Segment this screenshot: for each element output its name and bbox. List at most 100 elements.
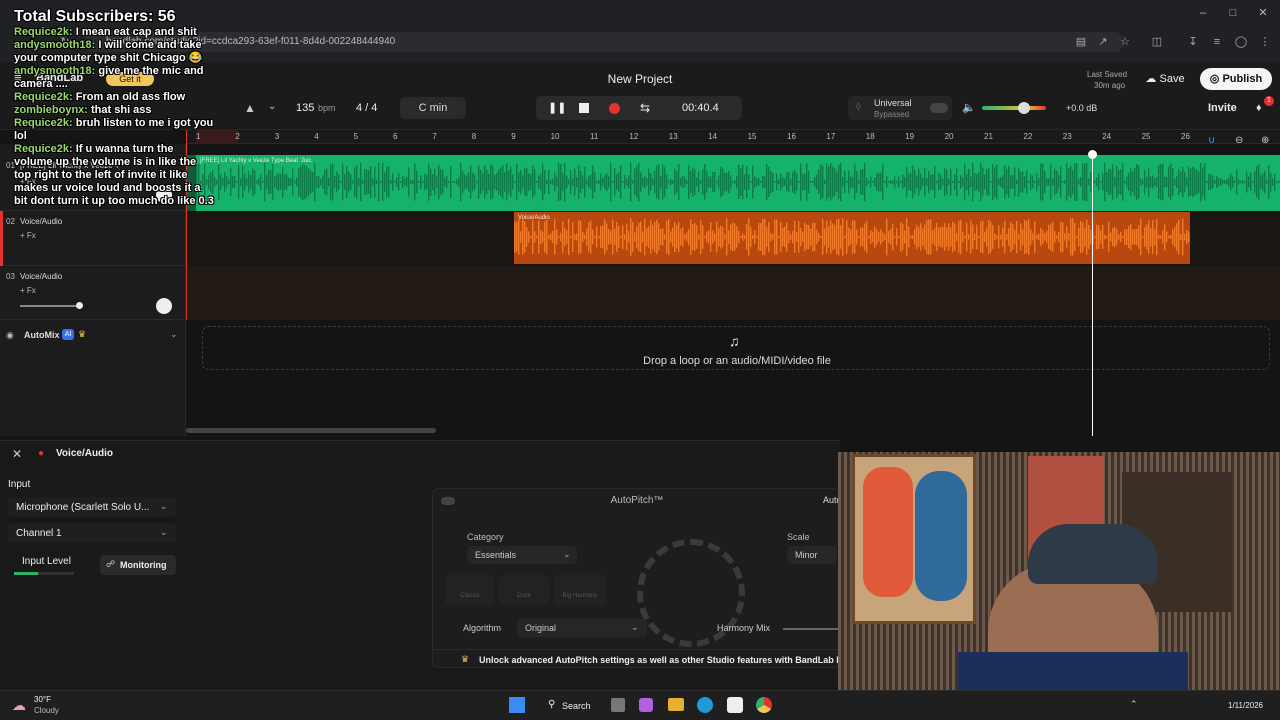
track-name[interactable]: Voice/Audio: [20, 272, 62, 281]
scale-select[interactable]: Minor: [787, 546, 837, 564]
tempo-value[interactable]: 135: [296, 102, 314, 114]
waveform-bar: [788, 171, 790, 193]
preset-duck[interactable]: Duck: [499, 575, 549, 605]
audio-clip-vocal[interactable]: Voice/Audio: [514, 212, 1190, 264]
waveform-bar: [582, 231, 584, 243]
taskbar-search[interactable]: ⚲ Search: [540, 696, 592, 716]
waveform-bar: [944, 223, 946, 251]
tray-chevron-icon[interactable]: ⌃: [1130, 699, 1138, 710]
waveform-bar: [1258, 164, 1260, 200]
master-volume-slider[interactable]: [982, 106, 1046, 110]
waveform-bar: [530, 174, 532, 190]
chrome-icon[interactable]: [756, 697, 772, 713]
playhead-handle[interactable]: [1088, 150, 1097, 159]
edge-icon[interactable]: [697, 697, 713, 713]
preset-big-harmony[interactable]: Big Harmony: [553, 575, 607, 605]
harmony-mix-slider[interactable]: [783, 628, 841, 630]
waveform-bar: [454, 181, 456, 183]
waveform-bar: [816, 174, 818, 190]
upsell-bar[interactable]: ♛ Unlock advanced AutoPitch settings as …: [433, 649, 841, 669]
menu-list-icon[interactable]: ≡: [1210, 35, 1224, 49]
record-icon[interactable]: [609, 103, 620, 114]
waveform-bar: [854, 220, 856, 254]
timeline-ruler[interactable]: [186, 130, 1280, 144]
waveform-bar: [790, 234, 792, 240]
waveform-bar: [916, 175, 918, 189]
waveform-bar: [338, 174, 340, 190]
harmony-mix-label: Harmony Mix: [717, 623, 771, 633]
track-volume-slider[interactable]: [20, 305, 82, 307]
speaker-mute-icon[interactable]: 🔈: [962, 101, 976, 115]
waveform-bar: [674, 168, 676, 196]
waveform-bar: [692, 224, 694, 250]
bookmark-star-icon[interactable]: ☆: [1118, 35, 1132, 49]
waveform-bar: [918, 168, 920, 196]
save-button[interactable]: ☁ Save: [1134, 68, 1196, 90]
chevron-down-icon[interactable]: ⌄: [268, 101, 280, 115]
track-header-2[interactable]: 02 Voice/Audio + Fx: [0, 211, 186, 266]
waveform-bar: [610, 230, 612, 244]
waveform-bar: [540, 173, 542, 191]
ruler-tick-16: 16: [787, 132, 796, 141]
file-explorer-icon[interactable]: [668, 698, 684, 711]
monitoring-button[interactable]: ☍ Monitoring: [100, 555, 176, 575]
waveform-bar: [516, 163, 518, 201]
more-icon[interactable]: ⋮: [1258, 35, 1272, 49]
start-windows-icon[interactable]: [509, 697, 525, 713]
track-name[interactable]: Voice/Audio: [20, 217, 62, 226]
publish-button[interactable]: ◎ Publish: [1200, 68, 1272, 90]
channel-select[interactable]: Channel 1 ⌄: [8, 523, 176, 543]
input-device-select[interactable]: Microphone (Scarlett Solo U... ⌄: [8, 497, 176, 517]
waveform-bar: [578, 165, 580, 199]
waveform-bar: [1276, 181, 1278, 183]
zoom-out-icon[interactable]: ⊖: [1235, 135, 1247, 146]
time-signature[interactable]: 4 / 4: [356, 102, 377, 114]
download-icon[interactable]: ↧: [1186, 35, 1200, 49]
automix-row[interactable]: ◉ AutoMix AI ♛ ⌄: [0, 320, 186, 350]
waveform-bar: [758, 178, 760, 186]
stop-icon[interactable]: [579, 103, 589, 113]
ruler-tick-9: 9: [511, 132, 516, 141]
waveform-bar: [1180, 172, 1182, 192]
preset-toggle[interactable]: [930, 103, 948, 113]
horizontal-scrollbar[interactable]: [186, 428, 436, 433]
profile-icon[interactable]: ◯: [1234, 35, 1248, 49]
sidebar-icon[interactable]: ◫: [1150, 35, 1164, 49]
add-fx-button[interactable]: + Fx: [20, 286, 36, 295]
pause-icon[interactable]: ❚❚: [548, 101, 566, 115]
volume-slider-thumb[interactable]: [1018, 102, 1030, 114]
key-selector[interactable]: C min: [400, 97, 466, 119]
translate-icon[interactable]: ▤: [1074, 35, 1088, 49]
metronome-icon[interactable]: ▲: [244, 101, 258, 115]
address-bar[interactable]: bandlab.com/studio?id=ccdca293-63ef-f011…: [84, 32, 1124, 52]
track-header-3[interactable]: 03 Voice/Audio + Fx: [0, 266, 186, 320]
track-lane-3[interactable]: [186, 266, 1280, 320]
headphones-icon: ☍: [106, 559, 116, 569]
add-fx-button[interactable]: + Fx: [20, 231, 36, 240]
algorithm-select[interactable]: Original ⌄: [517, 619, 647, 637]
task-view-icon[interactable]: [611, 698, 625, 712]
invite-button[interactable]: Invite: [1208, 102, 1237, 114]
volume-slider-thumb[interactable]: [76, 302, 83, 309]
waveform-bar: [550, 233, 552, 241]
loop-icon[interactable]: ⇆: [638, 101, 652, 115]
copilot-icon[interactable]: [639, 698, 653, 712]
close-window-icon[interactable]: ✕: [1256, 6, 1270, 20]
close-icon[interactable]: ✕: [12, 447, 22, 461]
playhead[interactable]: [1092, 150, 1093, 436]
audio-clip-beat[interactable]: [FREE] Lil Yachty x Veeze Type Beat 'Jui…: [196, 155, 1280, 211]
category-select[interactable]: Essentials ⌄: [467, 546, 577, 564]
minimize-icon[interactable]: –: [1196, 6, 1210, 20]
waveform-bar: [1228, 177, 1230, 187]
chevron-down-icon[interactable]: ⌄: [170, 329, 178, 340]
magnet-snap-icon[interactable]: ∪: [1208, 135, 1220, 146]
drop-zone[interactable]: ♫ Drop a loop or an audio/MIDI/video fil…: [202, 326, 1270, 370]
zoom-in-icon[interactable]: ⊕: [1261, 135, 1273, 146]
pan-knob[interactable]: [156, 298, 172, 314]
ruler-tick-8: 8: [471, 132, 477, 141]
waveform-bar: [1160, 235, 1162, 239]
preset-classic[interactable]: Classic: [445, 575, 495, 605]
share-icon[interactable]: ↗: [1096, 35, 1110, 49]
maximize-icon[interactable]: □: [1226, 6, 1240, 20]
store-icon[interactable]: [727, 697, 743, 713]
